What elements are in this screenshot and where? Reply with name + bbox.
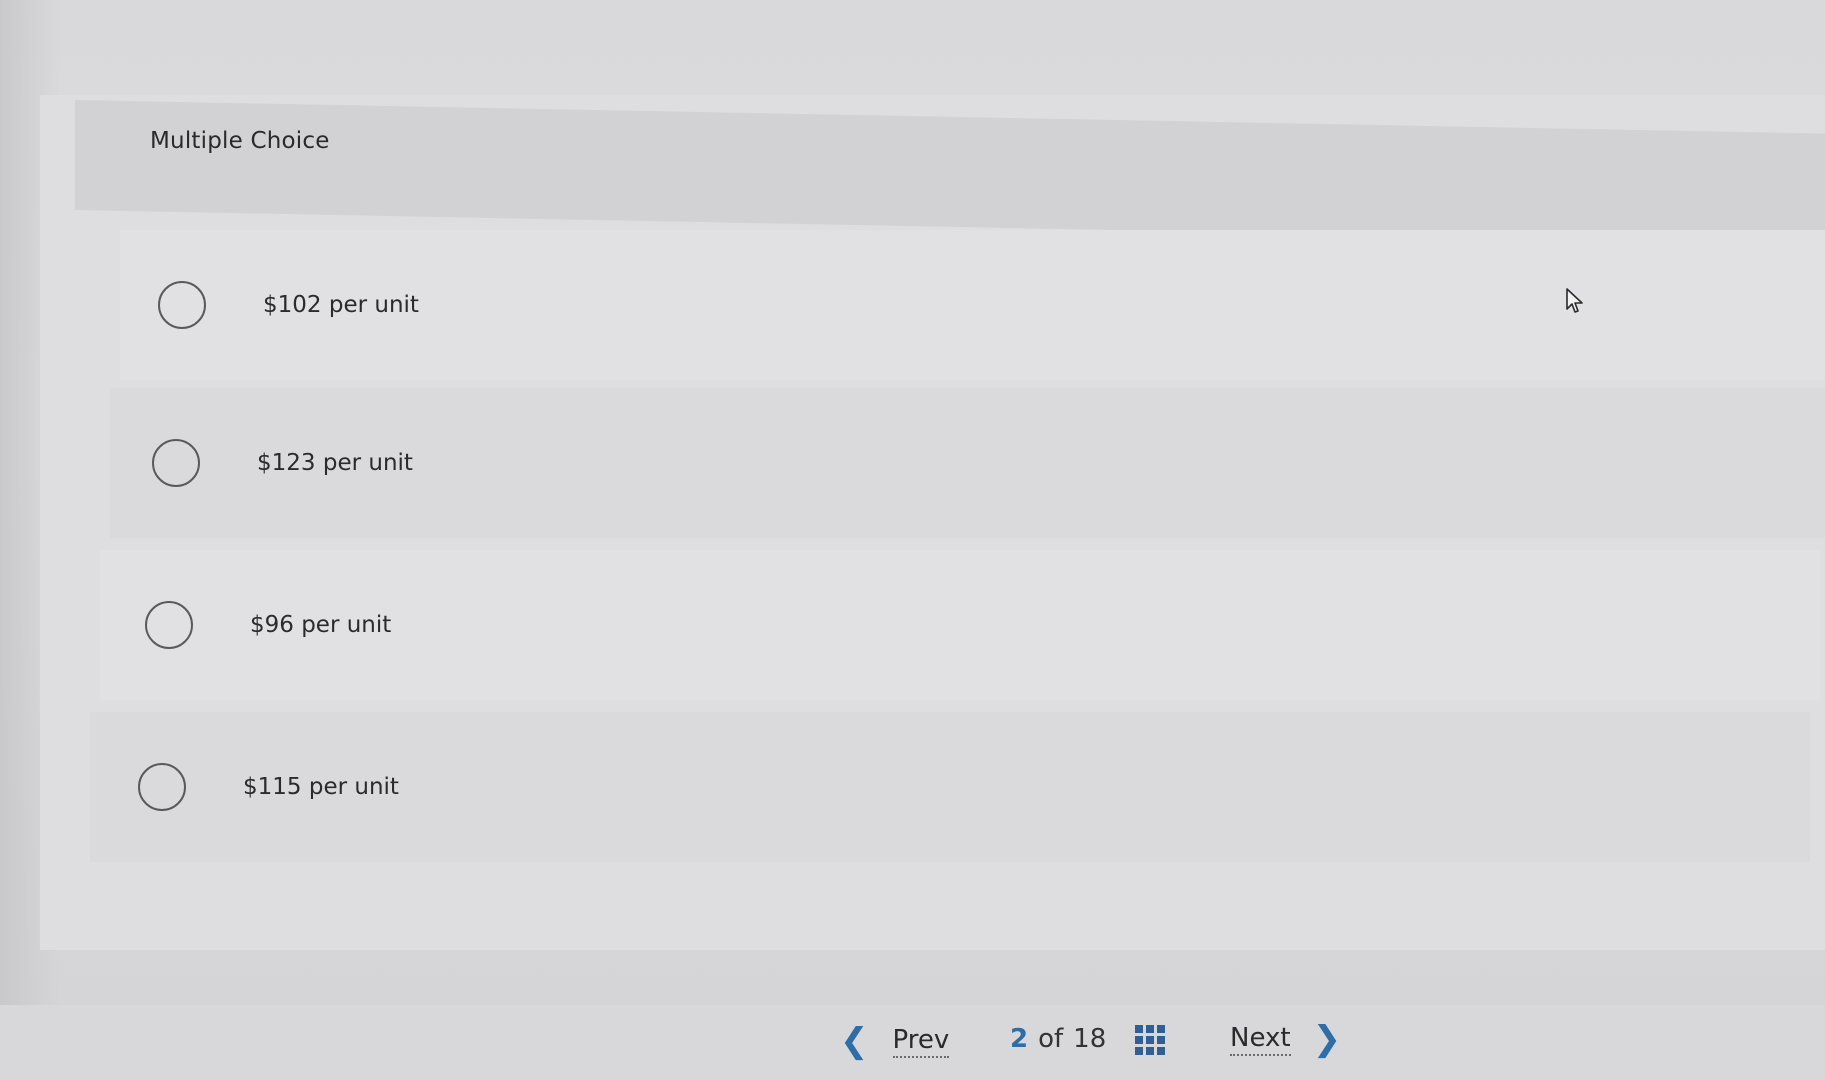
grid-cell	[1135, 1047, 1143, 1055]
answer-option-label: $96 per unit	[250, 612, 392, 638]
chevron-right-icon: ❯	[1312, 1019, 1342, 1059]
prev-button[interactable]: ❮ Prev	[840, 1021, 950, 1061]
answer-option[interactable]: $96 per unit	[100, 550, 1820, 700]
answer-option-label: $115 per unit	[243, 774, 399, 800]
question-grid-icon[interactable]	[1135, 1025, 1165, 1055]
grid-cell	[1146, 1047, 1154, 1055]
next-button[interactable]: Next ❯	[1230, 1022, 1341, 1056]
current-page: 2	[1010, 1024, 1029, 1054]
radio-button[interactable]	[145, 601, 193, 649]
next-label: Next	[1230, 1023, 1291, 1056]
grid-cell	[1146, 1036, 1154, 1044]
radio-button[interactable]	[152, 439, 200, 487]
total-pages: 18	[1073, 1024, 1107, 1054]
answer-option[interactable]: $123 per unit	[110, 388, 1825, 538]
page-separator: of	[1038, 1024, 1064, 1054]
grid-cell	[1157, 1025, 1165, 1033]
section-title: Multiple Choice	[150, 128, 330, 154]
prev-label: Prev	[892, 1025, 950, 1058]
answer-option-label: $102 per unit	[263, 292, 419, 318]
grid-cell	[1157, 1036, 1165, 1044]
chevron-left-icon: ❮	[840, 1021, 869, 1061]
answer-option[interactable]: $115 per unit	[90, 712, 1810, 862]
grid-cell	[1135, 1025, 1143, 1033]
answer-option-label: $123 per unit	[257, 450, 413, 476]
radio-button[interactable]	[138, 763, 186, 811]
radio-button[interactable]	[158, 281, 206, 329]
grid-cell	[1135, 1036, 1143, 1044]
grid-cell	[1146, 1025, 1154, 1033]
page-indicator: 2 of 18	[1010, 1024, 1106, 1054]
grid-cell	[1157, 1047, 1165, 1055]
mouse-cursor-icon	[1566, 288, 1583, 313]
